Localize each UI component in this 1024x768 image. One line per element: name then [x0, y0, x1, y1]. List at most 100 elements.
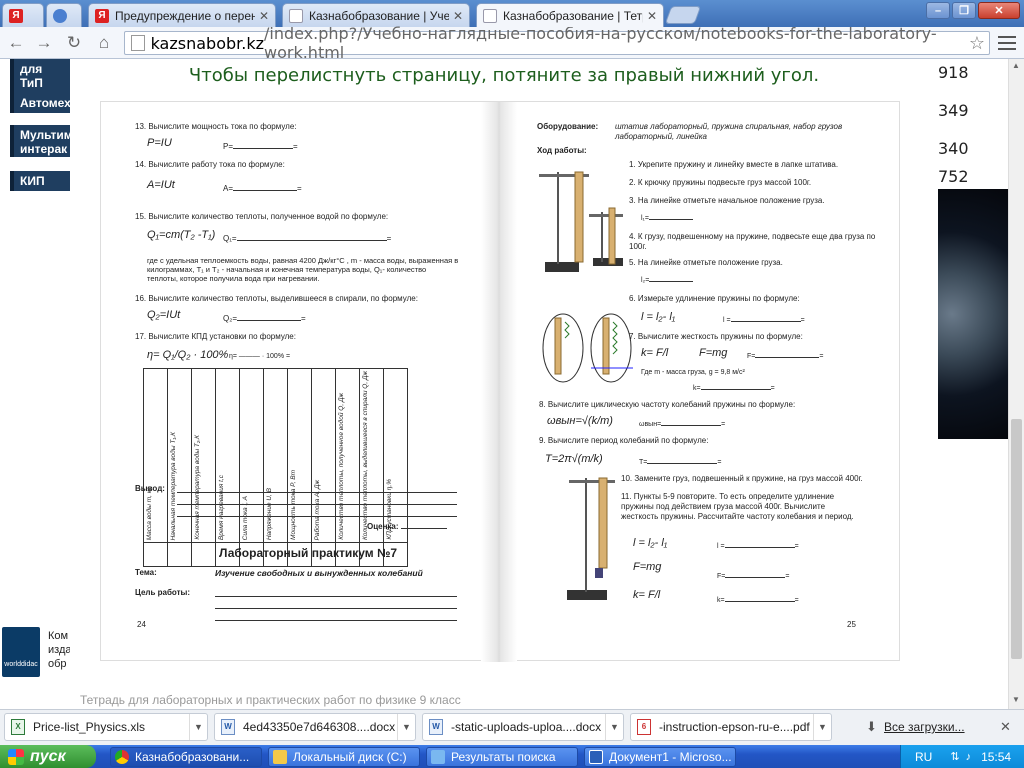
- tab-yandex-1[interactable]: Я: [2, 3, 44, 27]
- step-1: 1. Укрепите пружину и линейку вместе в л…: [629, 160, 839, 169]
- table-header-label: Работа тока A, Дж: [314, 479, 321, 541]
- close-icon[interactable]: ✕: [259, 9, 269, 23]
- back-icon[interactable]: ←: [6, 33, 26, 53]
- step-5: 5. На линейке отметьте положение груза.: [629, 258, 783, 267]
- table-header-label: Сила тока I, A: [242, 495, 249, 541]
- k-field-2[interactable]: k= =: [717, 596, 799, 606]
- ad-text: Ком изда обр: [48, 630, 70, 670]
- network-icon[interactable]: ⇅: [950, 750, 959, 763]
- tab-title: Предупреждение о перена: [115, 8, 255, 23]
- maximize-button[interactable]: ❐: [952, 2, 976, 19]
- k-field[interactable]: k= =: [693, 384, 775, 394]
- home-icon[interactable]: ⌂: [94, 33, 114, 53]
- download-bar: X Price-list_Physics.xls ▼ W 4ed43350e7d646…: [0, 709, 1024, 745]
- conclusion-line[interactable]: [177, 504, 457, 505]
- reload-icon[interactable]: ↻: [64, 33, 84, 53]
- goal-line[interactable]: [215, 620, 457, 621]
- omega-field[interactable]: ωвын= =: [639, 420, 725, 430]
- counter-value: 918: [938, 63, 969, 82]
- page-icon: [131, 35, 145, 51]
- field-label: ωвын=: [639, 421, 662, 428]
- left-page[interactable]: 13. Вычислите мощность тока по формуле: …: [101, 102, 481, 662]
- taskbar-item-word[interactable]: Документ1 - Microso...: [584, 747, 736, 767]
- browser-toolbar: ← → ↻ ⌂ kazsnabobr.kz/index.php?/Учебно-…: [0, 24, 1024, 62]
- field-label: l₂=: [641, 277, 650, 284]
- right-page[interactable]: Оборудование: штатив лабораторный, пружи…: [517, 102, 901, 662]
- book-spine: [481, 102, 517, 662]
- download-item[interactable]: 6 -instruction-epson-ru-e....pdf ▼: [630, 713, 832, 741]
- l-field[interactable]: l = =: [723, 316, 805, 326]
- answer-14: A= =: [223, 184, 302, 193]
- f-field[interactable]: F= =: [747, 352, 823, 362]
- formula-16: Q₂=IUt: [147, 309, 181, 321]
- scrollbar-thumb[interactable]: [1011, 419, 1022, 659]
- formula-15: Q₁=cm(T₂ -T₁): [147, 229, 216, 241]
- l2-field[interactable]: l₂=: [641, 276, 694, 286]
- chevron-down-icon[interactable]: ▼: [397, 714, 415, 740]
- close-icon[interactable]: ✕: [1000, 719, 1011, 735]
- conclusion-line[interactable]: [177, 516, 457, 517]
- document-caption: Тетрадь для лабораторных и практических …: [70, 689, 938, 709]
- taskbar-item-label: Казнабобразовани...: [135, 750, 250, 764]
- field-label: k=: [693, 385, 701, 392]
- worlddidac-logo[interactable]: worlddidac: [2, 627, 40, 677]
- answer-label: Q₂=: [223, 314, 237, 323]
- l-field-2[interactable]: l = =: [717, 542, 799, 552]
- menu-item-tip[interactable]: для ТиП: [10, 59, 70, 93]
- step-3: 3. На линейке отметьте начальное положен…: [629, 196, 825, 205]
- chevron-down-icon[interactable]: ▼: [813, 714, 831, 740]
- all-downloads-link[interactable]: Все загрузки...: [884, 720, 965, 734]
- conclusion-line[interactable]: [177, 492, 457, 493]
- download-item[interactable]: X Price-list_Physics.xls ▼: [4, 713, 208, 741]
- menu-item-kip[interactable]: КИП: [10, 171, 70, 191]
- volume-icon[interactable]: ♪: [966, 751, 972, 763]
- table-value-cell[interactable]: [191, 542, 216, 568]
- goal-line[interactable]: [215, 608, 457, 609]
- yandex-icon: Я: [95, 8, 109, 23]
- download-item[interactable]: W -static-uploads-uploa....docx ▼: [422, 713, 624, 741]
- field-label: F=: [747, 353, 756, 360]
- vertical-scrollbar[interactable]: ▲ ▼: [1008, 59, 1024, 709]
- tab-warning[interactable]: Я Предупреждение о перена ✕: [88, 3, 276, 27]
- close-icon[interactable]: ✕: [647, 9, 657, 23]
- taskbar-item-chrome[interactable]: Казнабобразовани...: [110, 747, 262, 767]
- equipment-text: штатив лабораторный, пружина спиральная,…: [615, 122, 843, 141]
- new-tab-button[interactable]: [664, 6, 702, 24]
- address-bar[interactable]: kazsnabobr.kz/index.php?/Учебно-наглядны…: [124, 24, 990, 62]
- table-value-cell[interactable]: [167, 542, 192, 568]
- taskbar-item-explorer[interactable]: Локальный диск (C:): [268, 747, 420, 767]
- menu-item-automech[interactable]: Автомех: [10, 93, 71, 113]
- formula-omega: ωвын=√(k/m): [547, 415, 613, 427]
- forward-icon[interactable]: →: [34, 33, 54, 53]
- l1-field[interactable]: l₁=: [641, 214, 694, 224]
- language-indicator[interactable]: RU: [915, 750, 932, 764]
- menu-icon[interactable]: [998, 34, 1016, 52]
- close-icon[interactable]: ✕: [453, 9, 463, 23]
- chevron-down-icon[interactable]: ▼: [189, 714, 207, 740]
- mass-note: Где m - масса груза, g = 9,8 м/с²: [641, 369, 745, 376]
- goal-line[interactable]: [215, 596, 457, 597]
- minimize-button[interactable]: –: [926, 2, 950, 19]
- chevron-down-icon[interactable]: ▼: [605, 714, 623, 740]
- formula-period: T=2π√(m/k): [545, 453, 603, 465]
- tab-globe[interactable]: [46, 3, 82, 27]
- taskbar-item-search[interactable]: Результаты поиска: [426, 747, 578, 767]
- taskbar-item-label: Документ1 - Microso...: [609, 750, 732, 764]
- table-header-label: КПД установки η,%: [386, 479, 393, 541]
- bookmark-star-icon[interactable]: ☆: [969, 33, 985, 54]
- tab-kazsnab-active[interactable]: Казнабобразование | Тетр ✕: [476, 3, 664, 27]
- f-field-2[interactable]: F= =: [717, 572, 789, 582]
- start-button[interactable]: пуск: [0, 745, 96, 768]
- flipbook-viewer[interactable]: Чтобы перелистнуть страницу, потяните за…: [70, 59, 938, 689]
- table-header-label: Напряжение U, B: [266, 487, 273, 541]
- topic-label: Тема:: [135, 568, 157, 577]
- conclusion-label: Вывод:: [135, 484, 165, 493]
- close-window-button[interactable]: ✕: [978, 2, 1020, 19]
- download-item[interactable]: W 4ed43350e7d646308....docx ▼: [214, 713, 416, 741]
- t-field[interactable]: T= =: [639, 458, 721, 468]
- scroll-up-icon[interactable]: ▲: [1012, 61, 1020, 70]
- scroll-down-icon[interactable]: ▼: [1012, 695, 1020, 704]
- table-value-cell[interactable]: [143, 542, 168, 568]
- notebook-spread[interactable]: 13. Вычислите мощность тока по формуле: …: [100, 101, 901, 662]
- menu-item-multimedia[interactable]: Мультим интерак: [10, 125, 73, 157]
